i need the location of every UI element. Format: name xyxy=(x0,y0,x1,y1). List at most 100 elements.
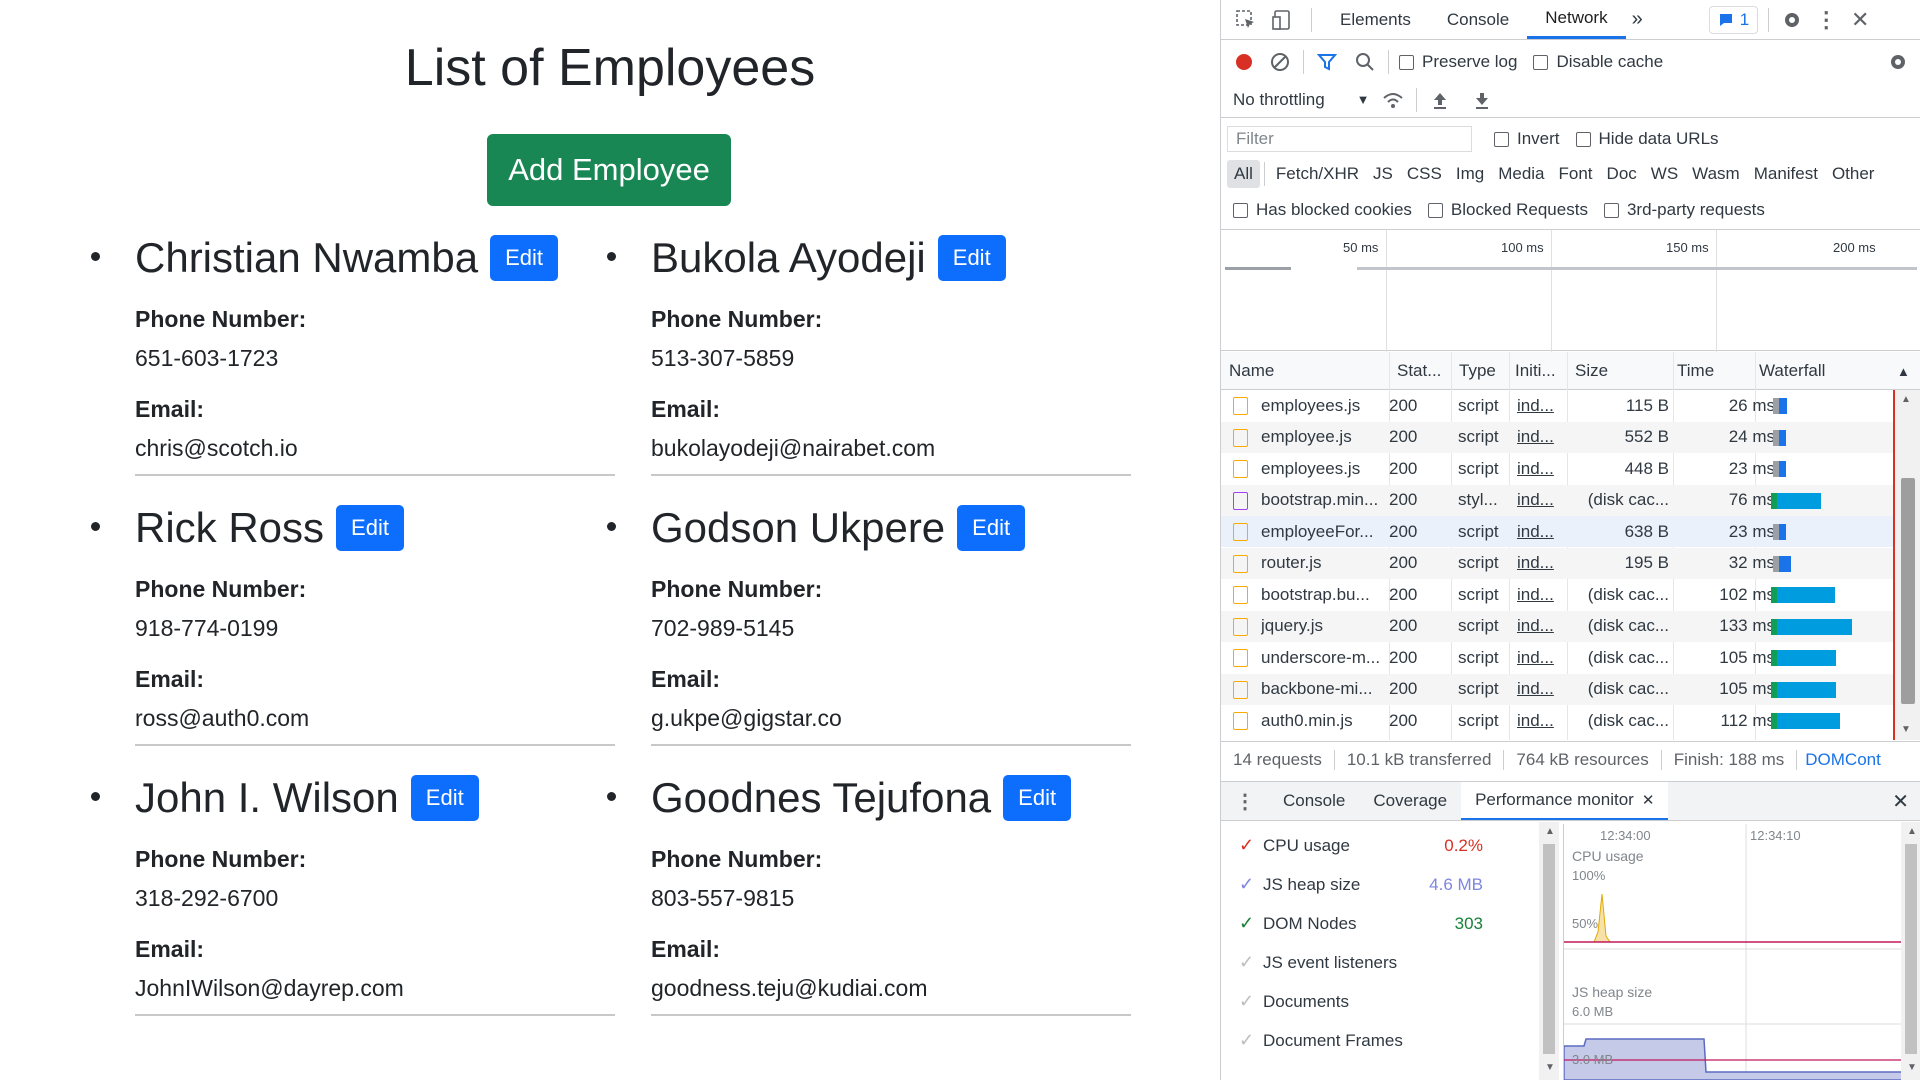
metrics-scrollbar[interactable]: ▲ ▼ xyxy=(1539,822,1559,1080)
network-settings-icon[interactable] xyxy=(1885,49,1911,75)
type-filter-ws[interactable]: WS xyxy=(1644,160,1685,188)
request-initiator[interactable]: ind... xyxy=(1517,522,1561,542)
request-initiator[interactable]: ind... xyxy=(1517,679,1561,699)
drawer-tab-performance-monitor[interactable]: Performance monitor ✕ xyxy=(1461,782,1669,820)
table-row[interactable]: bootstrap.min... 200 styl... ind... (disk ca… xyxy=(1221,484,1893,516)
drawer-tab-console[interactable]: Console xyxy=(1269,782,1359,820)
col-size[interactable]: Size xyxy=(1575,352,1608,390)
scrollbar-thumb[interactable] xyxy=(1905,844,1917,1054)
inspect-element-icon[interactable] xyxy=(1233,7,1259,33)
metric-value: 0.2% xyxy=(1444,835,1483,855)
col-type[interactable]: Type xyxy=(1459,352,1496,390)
type-filter-js[interactable]: JS xyxy=(1366,160,1400,188)
request-initiator[interactable]: ind... xyxy=(1517,396,1561,416)
blocked-requests-checkbox[interactable]: Blocked Requests xyxy=(1427,200,1588,220)
tab-console[interactable]: Console xyxy=(1429,1,1527,39)
col-time[interactable]: Time xyxy=(1677,352,1714,390)
col-waterfall[interactable]: Waterfall xyxy=(1759,352,1825,390)
perf-metric-js-event-listeners[interactable]: ✓ JS event listeners xyxy=(1221,943,1531,982)
perf-metric-documents[interactable]: ✓ Documents xyxy=(1221,982,1531,1021)
filter-input[interactable]: Filter xyxy=(1227,126,1472,152)
request-initiator[interactable]: ind... xyxy=(1517,585,1561,605)
perf-metric-js-heap-size[interactable]: ✓ JS heap size 4.6 MB xyxy=(1221,865,1531,904)
edit-button[interactable]: Edit xyxy=(957,505,1026,551)
edit-button[interactable]: Edit xyxy=(1003,775,1072,821)
request-initiator[interactable]: ind... xyxy=(1517,459,1561,479)
table-row[interactable]: employees.js 200 script ind... 115 B 26 ms xyxy=(1221,390,1893,421)
table-row[interactable]: backbone-mi... 200 script ind... (disk cac..… xyxy=(1221,673,1893,705)
col-name[interactable]: Name xyxy=(1229,352,1274,390)
settings-gear-icon[interactable] xyxy=(1779,7,1805,33)
type-filter-wasm[interactable]: Wasm xyxy=(1685,160,1747,188)
table-row[interactable]: jquery.js 200 script ind... (disk cac... 133 … xyxy=(1221,610,1893,642)
table-row[interactable]: auth0.min.js 200 script ind... (disk cac... 1… xyxy=(1221,705,1893,736)
close-devtools-icon[interactable]: ✕ xyxy=(1847,7,1873,33)
export-har-icon[interactable] xyxy=(1469,87,1495,113)
filter-icon[interactable] xyxy=(1314,49,1340,75)
graph-scrollbar[interactable]: ▲ ▼ xyxy=(1901,822,1920,1080)
throttling-select[interactable]: No throttling ▼ xyxy=(1233,90,1370,110)
record-icon[interactable] xyxy=(1231,49,1257,75)
edit-button[interactable]: Edit xyxy=(410,775,479,821)
sort-up-icon[interactable]: ▲ xyxy=(1897,352,1910,390)
col-status[interactable]: Stat... xyxy=(1397,352,1441,390)
issues-button[interactable]: 1 xyxy=(1708,5,1759,34)
table-row[interactable]: bootstrap.bu... 200 script ind... (disk cac.… xyxy=(1221,579,1893,610)
import-har-icon[interactable] xyxy=(1427,87,1453,113)
requests-scrollbar[interactable]: ▲ ▼ xyxy=(1893,390,1920,740)
tab-elements[interactable]: Elements xyxy=(1322,1,1429,39)
request-initiator[interactable]: ind... xyxy=(1517,490,1561,510)
scrollbar-thumb[interactable] xyxy=(1543,844,1555,1054)
edit-button[interactable]: Edit xyxy=(336,505,404,551)
request-initiator[interactable]: ind... xyxy=(1517,427,1561,447)
table-row[interactable]: router.js 200 script ind... 195 B 32 ms xyxy=(1221,547,1893,579)
drawer-menu-icon[interactable]: ⋮ xyxy=(1221,789,1269,814)
type-filter-css[interactable]: CSS xyxy=(1400,160,1449,188)
type-filter-media[interactable]: Media xyxy=(1491,160,1551,188)
table-row[interactable]: underscore-m... 200 script ind... (disk cac.… xyxy=(1221,642,1893,673)
scrollbar-thumb[interactable] xyxy=(1901,478,1915,704)
table-row[interactable]: employees.js 200 script ind... 448 B 23 ms xyxy=(1221,453,1893,484)
request-size: (disk cac... xyxy=(1587,584,1669,604)
request-name: employees.js xyxy=(1261,395,1361,415)
type-filter-other[interactable]: Other xyxy=(1825,160,1882,188)
col-initiator[interactable]: Initi... xyxy=(1515,352,1556,390)
disable-cache-checkbox[interactable]: Disable cache xyxy=(1533,52,1663,72)
more-options-icon[interactable]: ⋮ xyxy=(1813,7,1839,33)
type-filter-font[interactable]: Font xyxy=(1552,160,1600,188)
preserve-log-checkbox[interactable]: Preserve log xyxy=(1399,52,1517,72)
more-tabs-icon[interactable]: » xyxy=(1626,1,1649,39)
request-initiator[interactable]: ind... xyxy=(1517,648,1561,668)
invert-checkbox[interactable]: Invert xyxy=(1494,129,1560,149)
type-filter-manifest[interactable]: Manifest xyxy=(1747,160,1825,188)
network-overview-timeline[interactable]: 50 ms 100 ms 150 ms 200 ms xyxy=(1221,229,1920,352)
perf-metric-cpu-usage[interactable]: ✓ CPU usage 0.2% xyxy=(1221,826,1531,865)
drawer-tab-coverage[interactable]: Coverage xyxy=(1359,782,1461,820)
request-initiator[interactable]: ind... xyxy=(1517,616,1561,636)
type-filter-fetchxhr[interactable]: Fetch/XHR xyxy=(1269,160,1366,188)
add-employee-button[interactable]: Add Employee xyxy=(487,134,731,206)
type-filter-img[interactable]: Img xyxy=(1449,160,1491,188)
perf-metric-dom-nodes[interactable]: ✓ DOM Nodes 303 xyxy=(1221,904,1531,943)
edit-button[interactable]: Edit xyxy=(937,235,1006,281)
type-filter-all[interactable]: All xyxy=(1227,160,1260,188)
third-party-checkbox[interactable]: 3rd-party requests xyxy=(1603,200,1765,220)
script-file-icon xyxy=(1233,617,1248,636)
close-drawer-icon[interactable]: ✕ xyxy=(1892,789,1909,814)
device-toolbar-icon[interactable] xyxy=(1269,7,1295,33)
edit-button[interactable]: Edit xyxy=(490,235,559,281)
hide-data-urls-checkbox[interactable]: Hide data URLs xyxy=(1575,129,1719,149)
clear-icon[interactable] xyxy=(1267,49,1293,75)
network-conditions-icon[interactable] xyxy=(1380,87,1406,113)
request-initiator[interactable]: ind... xyxy=(1517,711,1561,731)
has-blocked-cookies-checkbox[interactable]: Has blocked cookies xyxy=(1233,200,1412,220)
close-tab-icon[interactable]: ✕ xyxy=(1642,791,1655,809)
type-filter-doc[interactable]: Doc xyxy=(1600,160,1644,188)
table-row[interactable]: employee.js 200 script ind... 552 B 24 ms xyxy=(1221,421,1893,453)
request-type: script xyxy=(1458,616,1499,635)
tab-network[interactable]: Network xyxy=(1527,1,1626,39)
perf-metric-document-frames[interactable]: ✓ Document Frames xyxy=(1221,1021,1531,1060)
table-row[interactable]: employeeFor... 200 script ind... 638 B 23 ms xyxy=(1221,516,1893,547)
request-initiator[interactable]: ind... xyxy=(1517,553,1561,573)
search-icon[interactable] xyxy=(1352,49,1378,75)
